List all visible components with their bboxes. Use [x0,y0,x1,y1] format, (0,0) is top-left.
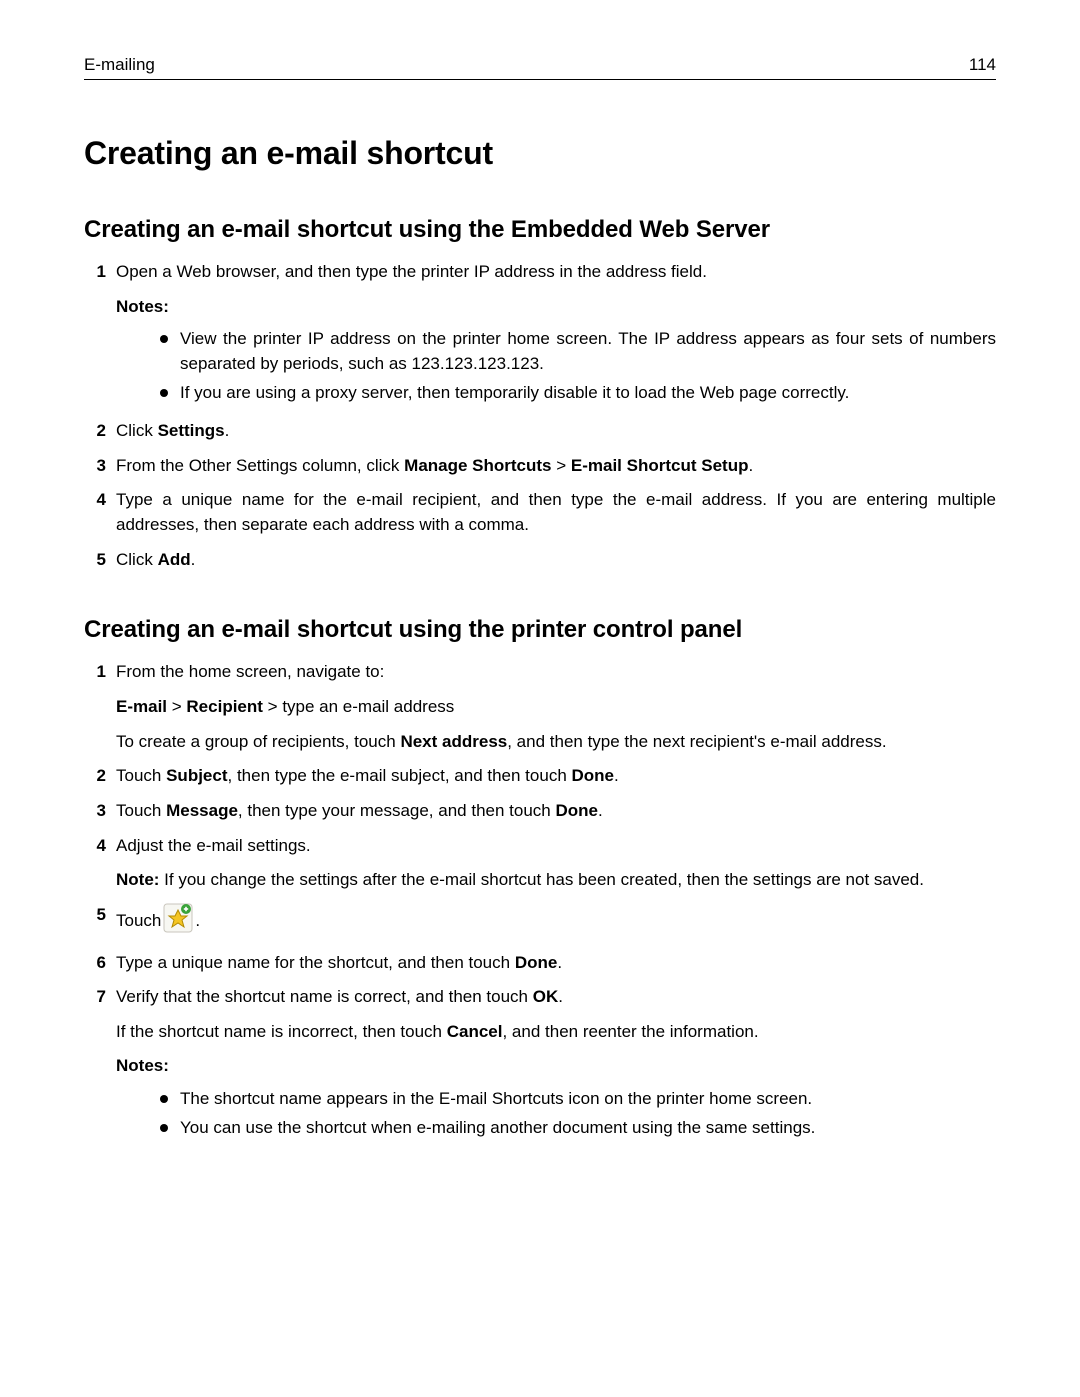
note: Note: If you change the settings after t… [116,868,996,893]
section-a-step-2: 2 Click Settings. [84,419,996,444]
section-b-step-7: 7 Verify that the shortcut name is corre… [84,985,996,1144]
header-page-number: 114 [969,55,996,75]
note-item: View the printer IP address on the print… [160,327,996,376]
step-number: 5 [84,903,106,928]
step-number: 5 [84,548,106,573]
section-b-step-6: 6 Type a unique name for the shortcut, a… [84,951,996,976]
notes-label: Notes: [116,1054,996,1079]
step-number: 4 [84,488,106,513]
step-number: 3 [84,799,106,824]
note-item: If you are using a proxy server, then te… [160,381,996,406]
notes-label: Notes: [116,295,996,320]
step-text: Open a Web browser, and then type the pr… [116,262,707,281]
section-b-step-3: 3 Touch Message, then type your message,… [84,799,996,824]
step-number: 7 [84,985,106,1010]
bullet-icon [160,389,168,397]
nav-path: E-mail > Recipient > type an e-mail addr… [116,695,996,720]
step-number: 6 [84,951,106,976]
step-number: 2 [84,419,106,444]
section-b-step-2: 2 Touch Subject, then type the e-mail su… [84,764,996,789]
section-b-step-1: 1 From the home screen, navigate to: E-m… [84,660,996,754]
section-a-step-3: 3 From the Other Settings column, click … [84,454,996,479]
step-number: 4 [84,834,106,859]
step-number: 2 [84,764,106,789]
bullet-icon [160,1095,168,1103]
notes-list: View the printer IP address on the print… [116,327,996,405]
step-extra: If the shortcut name is incorrect, then … [116,1020,996,1045]
section-b-step-5: 5 Touch . [84,903,996,941]
header-section: E-mailing [84,55,155,75]
section-a-step-4: 4 Type a unique name for the e-mail reci… [84,488,996,537]
running-header: E-mailing 114 [84,55,996,80]
section-a-heading: Creating an e-mail shortcut using the Em… [84,216,996,244]
bullet-icon [160,1124,168,1132]
notes-list: The shortcut name appears in the E-mail … [116,1087,996,1140]
step-number: 3 [84,454,106,479]
note-item: You can use the shortcut when e-mailing … [160,1116,996,1141]
section-b-step-4: 4 Adjust the e-mail settings. Note: If y… [84,834,996,893]
step-extra: To create a group of recipients, touch N… [116,730,996,755]
page-title: Creating an e-mail shortcut [84,135,996,172]
note-item: The shortcut name appears in the E-mail … [160,1087,996,1112]
step-number: 1 [84,260,106,285]
star-add-icon [163,903,193,941]
step-number: 1 [84,660,106,685]
bullet-icon [160,335,168,343]
section-a-step-1: 1 Open a Web browser, and then type the … [84,260,996,409]
section-a-step-5: 5 Click Add. [84,548,996,573]
section-b-heading: Creating an e-mail shortcut using the pr… [84,616,996,644]
page: E-mailing 114 Creating an e-mail shortcu… [0,0,1080,1397]
